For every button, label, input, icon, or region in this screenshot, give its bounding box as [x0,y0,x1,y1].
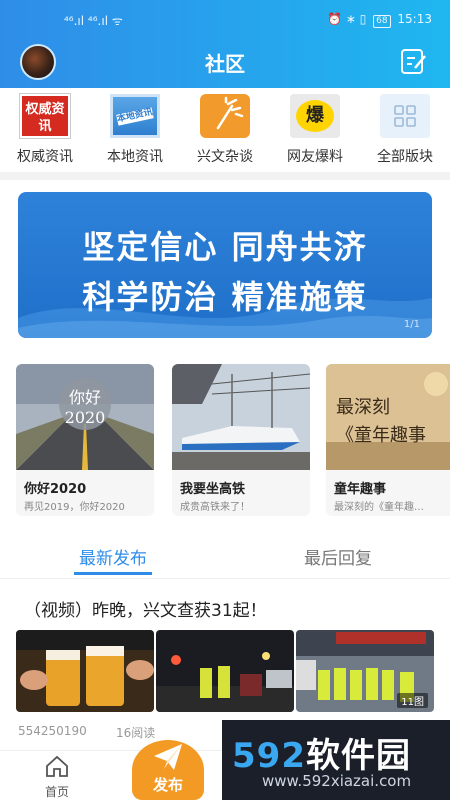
nav-home-label: 首页 [44,785,69,799]
page-title: 社区 [205,52,245,76]
bendi-logo: 本地资讯 [110,94,160,138]
category-label: 本地资讯 [107,149,163,165]
card-overlay-line-1: 你好 [68,388,101,407]
tab-last-reply[interactable]: 最后回复 [258,544,418,569]
banner-line-2: 科学防治 精准施策 [82,278,368,316]
card-subtitle: 成贵高铁来了！ [180,502,250,513]
status-bar: ⁴⁶.ıl ⁴⁶.ıl ᯤ ⏰ ∗ ▯ 68 15:13 [0,8,450,32]
quanwei-logo: 权威资讯 [20,94,70,138]
publish-button[interactable]: 发布 [132,740,204,800]
card-image-childhood: 最深刻 《童年趣事 [326,364,450,470]
community-screen: ⁴⁶.ıl ⁴⁶.ıl ᯤ ⏰ ∗ ▯ 68 15:13 社区 权威资讯 权威资… [0,0,450,800]
card-image-road: 你好 2020 [16,364,154,470]
feature-card[interactable]: 最深刻 《童年趣事 童年趣事 最深刻的《童年趣… [326,364,450,516]
watermark-brand: 592软件园 [232,728,411,777]
edit-icon [401,49,426,74]
feature-card[interactable]: 你好 2020 你好2020 再见2019，你好2020 [16,364,154,516]
category-quanwei[interactable]: 权威资讯 权威资讯 [0,92,90,168]
banner-carousel[interactable]: 坚定信心 同舟共济 科学防治 精准施策 1/1 [18,192,432,338]
banner-line-1: 坚定信心 同舟共济 [82,228,368,266]
card-image-train [172,364,310,470]
category-label: 网友爆料 [287,149,343,165]
card-overlay-line-2: 《童年趣事 [336,425,426,446]
sparkle-icon [200,94,250,138]
nav-home[interactable]: 首页 [30,755,84,800]
post-title[interactable]: （视频）昨晚，兴文查获31起！ [24,596,267,621]
post-image-officers[interactable]: 11图 [296,630,434,712]
status-right: ⏰ ∗ ▯ 68 15:13 [327,12,432,28]
bao-logo-text: 爆 [296,100,334,132]
image-count-badge: 11图 [397,693,428,708]
watermark-logo: 592软件园 www.592xiazai.com [222,720,450,800]
watermark-url: www.592xiazai.com [262,772,412,790]
active-tab-indicator [74,572,152,575]
card-title: 你好2020 [24,482,87,497]
card-subtitle: 最深刻的《童年趣… [334,502,424,513]
feature-card[interactable]: 我要坐高铁 成贵高铁来了！ [172,364,310,516]
post-tabs: 最新发布 最后回复 [0,538,450,578]
card-title: 童年趣事 [334,482,387,497]
post-reads: 16阅读 [116,726,156,740]
home-icon [46,755,68,777]
category-label: 全部版块 [377,149,433,165]
tabs-divider [0,578,450,579]
post-image-beer[interactable] [16,630,154,712]
publish-label: 发布 [152,776,183,794]
category-bendi[interactable]: 本地资讯 本地资讯 [90,92,180,168]
category-label: 兴文杂谈 [197,149,253,165]
grid-icon [380,94,430,138]
signal-indicators: ⁴⁶.ıl ⁴⁶.ıl ᯤ [64,14,123,28]
post-image-checkpoint[interactable] [156,630,294,712]
watermark-brand-number: 592 [232,736,306,776]
watermark-brand-text: 软件园 [305,736,411,776]
compose-button[interactable] [398,46,428,76]
battery-icon: 68 [373,15,391,28]
card-overlay-line-2: 2020 [64,408,106,427]
quanwei-logo-text: 权威资讯 [25,102,65,134]
bendi-logo-text: 本地资讯 [116,107,154,126]
clock: 15:13 [397,12,432,26]
banner-pager: 1/1 [403,319,420,330]
post-author: 554250190 [18,724,87,738]
bao-logo: 爆 [290,94,340,138]
category-baoliao[interactable]: 爆 网友爆料 [270,92,360,168]
status-icons: ⏰ ∗ ▯ [327,12,367,26]
tab-latest[interactable]: 最新发布 [33,544,193,569]
card-title: 我要坐高铁 [180,482,246,497]
section-divider [0,172,450,180]
paper-plane-icon [154,744,182,770]
header-bar: ⁴⁶.ıl ⁴⁶.ıl ᯤ ⏰ ∗ ▯ 68 15:13 社区 [0,0,450,88]
card-subtitle: 再见2019，你好2020 [24,502,125,513]
category-label: 权威资讯 [17,149,73,165]
feature-cards: 你好 2020 你好2020 再见2019，你好2020 我要坐高铁 成贵高铁来… [16,364,450,516]
category-all[interactable]: 全部版块 [360,92,450,168]
category-row: 权威资讯 权威资讯 本地资讯 本地资讯 兴文杂谈 爆 网友爆料 全部版块 [0,92,450,168]
category-xingwen[interactable]: 兴文杂谈 [180,92,270,168]
card-overlay-line-1: 最深刻 [336,397,390,418]
